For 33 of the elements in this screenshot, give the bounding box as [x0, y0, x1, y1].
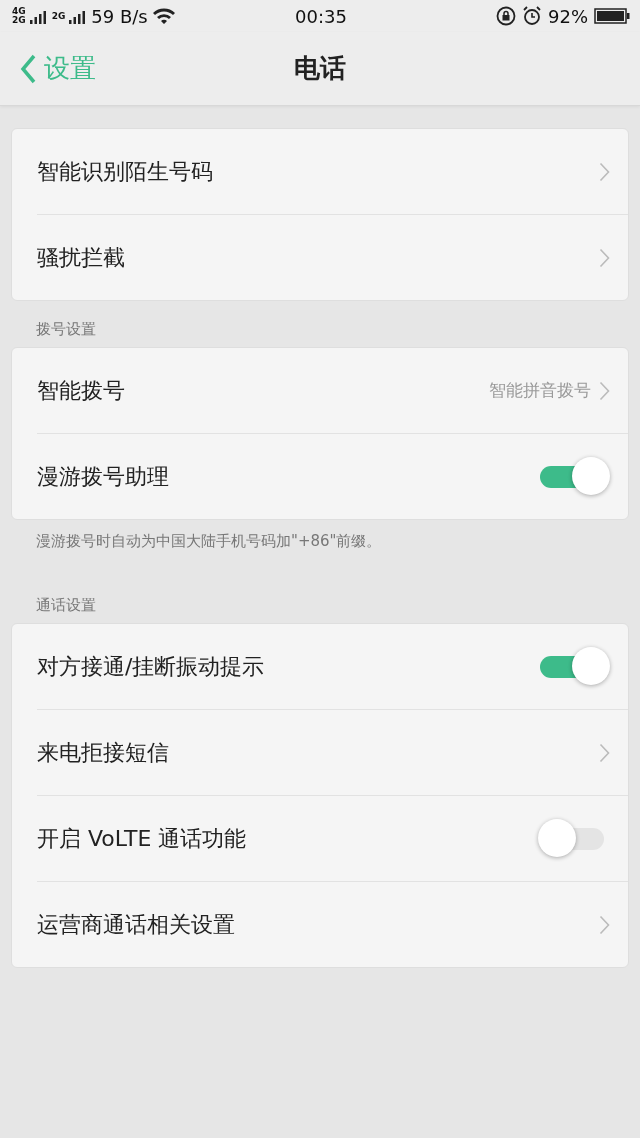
page-title: 电话	[294, 53, 346, 83]
signal-icon	[69, 8, 88, 24]
network-label: 2G	[51, 11, 66, 21]
back-icon	[20, 53, 36, 84]
clock-text: 00:35	[295, 5, 347, 27]
setting-label[interactable]: 智能识别陌生号码	[37, 156, 599, 187]
chevron-icon[interactable]	[599, 742, 610, 763]
signal-icon	[29, 8, 48, 24]
setting-label[interactable]: 运营商通话相关设置	[37, 909, 599, 940]
wifi-icon	[151, 7, 176, 25]
network-label: 2G	[12, 16, 26, 25]
section-header: 拨号设置	[36, 319, 96, 339]
setting-label[interactable]: 智能拨号	[37, 375, 489, 406]
setting-label[interactable]: 骚扰拦截	[37, 242, 599, 273]
toggle-switch[interactable]	[538, 456, 610, 497]
chevron-icon[interactable]	[599, 247, 610, 268]
toggle-switch[interactable]	[538, 646, 610, 687]
chevron-icon[interactable]	[599, 914, 610, 935]
rotation-lock-icon	[496, 6, 516, 26]
setting-label[interactable]: 漫游拨号助理	[37, 461, 538, 492]
battery-percent: 92%	[548, 5, 588, 27]
battery-icon	[594, 8, 630, 24]
chevron-icon[interactable]	[599, 161, 610, 182]
network-label: 4G	[12, 7, 26, 16]
alarm-icon	[522, 6, 542, 26]
section-header: 通话设置	[36, 595, 96, 615]
setting-label[interactable]: 来电拒接短信	[37, 737, 599, 768]
setting-label[interactable]: 开启 VoLTE 通话功能	[37, 823, 538, 854]
setting-label[interactable]: 对方接通/挂断振动提示	[37, 651, 538, 682]
speed-text: 59 B/s	[91, 5, 148, 27]
setting-value: 智能拼音拨号	[489, 379, 591, 402]
footnote-text: 漫游拨号时自动为中国大陆手机号码加"+86"前缀。	[36, 532, 382, 550]
chevron-icon[interactable]	[599, 380, 610, 401]
